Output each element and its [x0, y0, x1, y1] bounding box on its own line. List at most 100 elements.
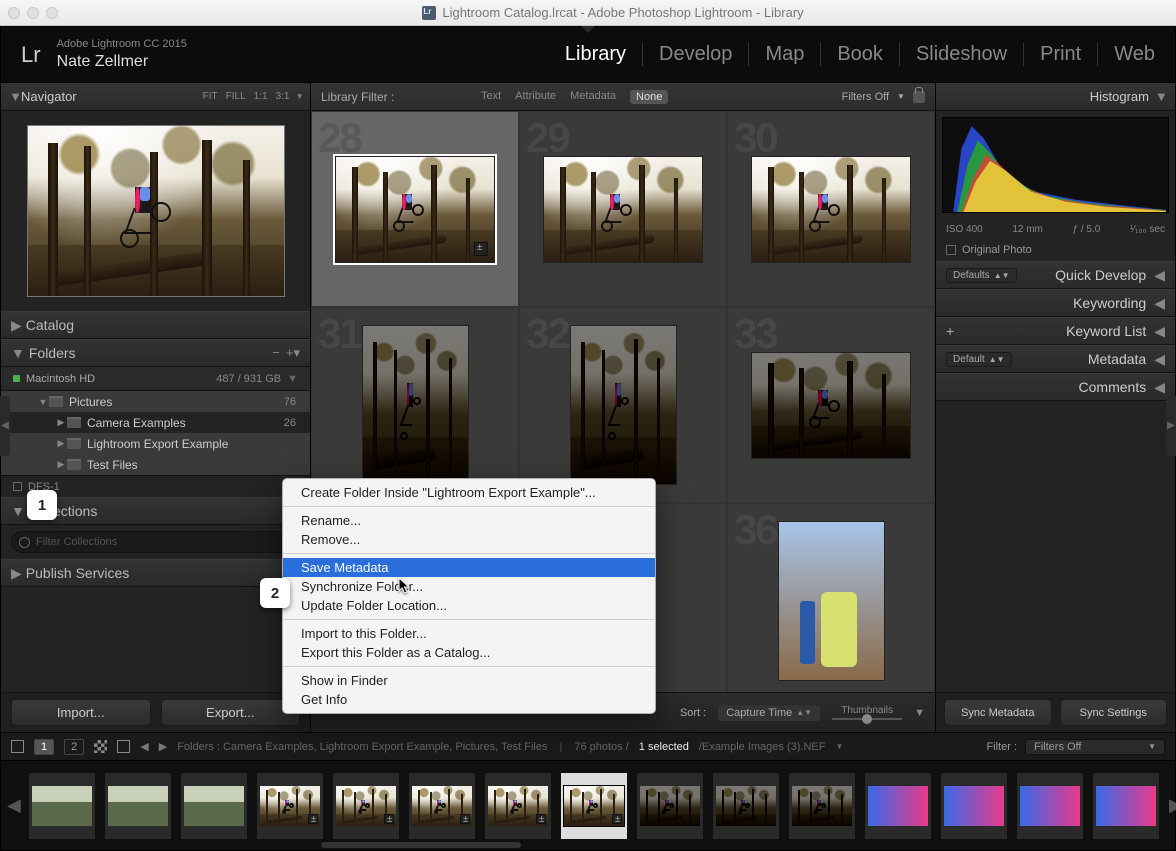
nav-opt-31[interactable]: 3:1	[276, 91, 290, 102]
filter-lock-icon[interactable]	[913, 91, 925, 103]
traffic-close[interactable]	[8, 7, 20, 19]
module-slideshow[interactable]: Slideshow	[900, 43, 1024, 66]
filmstrip-item[interactable]	[485, 773, 551, 839]
thumbnail[interactable]	[543, 156, 703, 263]
module-map[interactable]: Map	[749, 43, 821, 66]
filmstrip-item[interactable]	[105, 773, 171, 839]
filmstrip-right-icon[interactable]: ▶	[1169, 795, 1176, 816]
menu-export-this-folder-as-a-catalog[interactable]: Export this Folder as a Catalog...	[283, 643, 655, 662]
sync-settings-button[interactable]: Sync Settings	[1060, 699, 1168, 726]
grid-cell[interactable]: 29	[519, 111, 727, 307]
thumbnail[interactable]	[751, 156, 911, 263]
thumbnail[interactable]	[335, 156, 495, 263]
quick-develop-header[interactable]: Defaults▲▼Quick Develop◀	[936, 261, 1175, 289]
export-button[interactable]: Export...	[161, 699, 301, 726]
menu-synchronize-folder[interactable]: Synchronize Folder...	[283, 577, 655, 596]
filmstrip-item[interactable]	[561, 773, 627, 839]
thumbnail[interactable]	[751, 352, 911, 459]
thumbnail[interactable]	[570, 325, 677, 485]
filmstrip-item[interactable]	[1017, 773, 1083, 839]
keyword-add-icon[interactable]: +	[946, 323, 954, 339]
menu-show-in-finder[interactable]: Show in Finder	[283, 671, 655, 690]
filmstrip-item[interactable]	[333, 773, 399, 839]
comments-header[interactable]: Comments◀	[936, 373, 1175, 401]
module-web[interactable]: Web	[1098, 43, 1155, 66]
filter-tab-attribute[interactable]: Attribute	[515, 90, 556, 104]
menu-create-folder-inside-lightroom-export-example[interactable]: Create Folder Inside "Lightroom Export E…	[283, 483, 655, 502]
volume-row[interactable]: Macintosh HD487 / 931 GB▼	[1, 367, 310, 391]
nav-opt-11[interactable]: 1:1	[254, 91, 268, 102]
grid-cell[interactable]: 33	[727, 307, 935, 503]
grid-cell[interactable]: 32	[519, 307, 727, 503]
nav-opt-fill[interactable]: FILL	[226, 91, 246, 102]
menu-rename[interactable]: Rename...	[283, 511, 655, 530]
import-button[interactable]: Import...	[11, 699, 151, 726]
navigator-header[interactable]: ▼ Navigator FITFILL1:13:1▾	[1, 83, 310, 111]
filter-tab-metadata[interactable]: Metadata	[570, 90, 616, 104]
traffic-minimize[interactable]	[27, 7, 39, 19]
folder-lightroom-export-example[interactable]: ▶Lightroom Export Example	[1, 433, 310, 454]
filmstrip[interactable]: ◀ ▶	[1, 760, 1175, 850]
sort-select[interactable]: Capture Time▲▼	[718, 705, 820, 721]
folder-camera-examples[interactable]: ▶Camera Examples26	[1, 412, 310, 433]
page-1-button[interactable]: 1	[34, 739, 54, 755]
status-path[interactable]: Folders : Camera Examples, Lightroom Exp…	[177, 741, 547, 753]
menu-save-metadata[interactable]: Save Metadata	[283, 558, 655, 577]
filter-tab-text[interactable]: Text	[481, 90, 501, 104]
thumbnail[interactable]	[362, 325, 469, 485]
sync-metadata-button[interactable]: Sync Metadata	[944, 699, 1052, 726]
module-develop[interactable]: Develop	[643, 43, 749, 66]
grid-cell[interactable]: 36	[727, 503, 935, 692]
folders-minus-icon[interactable]: −	[272, 345, 280, 361]
filmstrip-item[interactable]	[637, 773, 703, 839]
filmstrip-item[interactable]	[29, 773, 95, 839]
filmstrip-item[interactable]	[865, 773, 931, 839]
status-filter-select[interactable]: Filters Off▼	[1025, 739, 1165, 755]
filters-off-dropdown[interactable]: Filters Off	[842, 91, 889, 103]
metadata-preset[interactable]: Default▲▼	[946, 352, 1012, 367]
page-2-button[interactable]: 2	[64, 739, 84, 755]
module-book[interactable]: Book	[821, 43, 900, 66]
grid-cell[interactable]: 31	[311, 307, 519, 503]
right-panel-grip[interactable]: ▶	[1166, 396, 1176, 456]
menu-update-folder-location[interactable]: Update Folder Location...	[283, 596, 655, 615]
histogram-display[interactable]	[942, 117, 1169, 213]
menu-import-to-this-folder[interactable]: Import to this Folder...	[283, 624, 655, 643]
filmstrip-item[interactable]	[181, 773, 247, 839]
nav-back-icon[interactable]: ◀	[140, 740, 148, 753]
original-photo-checkbox[interactable]	[946, 245, 956, 255]
folder-context-menu[interactable]: Create Folder Inside "Lightroom Export E…	[282, 478, 656, 714]
left-panel-grip[interactable]: ◀	[0, 396, 10, 456]
filmstrip-item[interactable]	[713, 773, 779, 839]
filmstrip-item[interactable]	[257, 773, 323, 839]
nav-opt-fit[interactable]: FIT	[203, 91, 218, 102]
filter-tab-none[interactable]: None	[630, 90, 668, 104]
filmstrip-item[interactable]	[789, 773, 855, 839]
filmstrip-item[interactable]	[941, 773, 1007, 839]
thumbnail[interactable]	[778, 521, 885, 681]
filmstrip-item[interactable]	[409, 773, 475, 839]
filmstrip-left-icon[interactable]: ◀	[7, 795, 19, 816]
filmstrip-scrollbar[interactable]	[321, 842, 521, 848]
keyword-list-header[interactable]: +Keyword List◀	[936, 317, 1175, 345]
navigator-preview[interactable]	[27, 125, 285, 297]
secondary-display-icon[interactable]	[11, 740, 24, 753]
menu-get-info[interactable]: Get Info	[283, 690, 655, 709]
keywording-header[interactable]: Keywording◀	[936, 289, 1175, 317]
grid-cell[interactable]: 28	[311, 111, 519, 307]
filmstrip-item[interactable]	[1093, 773, 1159, 839]
identity-user[interactable]: Nate Zellmer	[57, 52, 187, 71]
toolbar-menu-icon[interactable]: ▼	[914, 707, 925, 719]
histogram-header[interactable]: Histogram▼	[936, 83, 1175, 111]
loupe-view-icon[interactable]	[117, 740, 130, 753]
thumbnail-slider[interactable]	[832, 718, 902, 720]
collections-filter-input[interactable]: Filter Collections	[11, 531, 300, 553]
folders-header[interactable]: ▼Folders−+▾	[1, 339, 310, 367]
module-print[interactable]: Print	[1024, 43, 1098, 66]
folder-pictures[interactable]: ▼Pictures76	[1, 391, 310, 412]
grid-view-icon[interactable]	[94, 740, 107, 753]
catalog-header[interactable]: ▶Catalog	[1, 311, 310, 339]
nav-fwd-icon[interactable]: ▶	[159, 740, 167, 753]
traffic-zoom[interactable]	[46, 7, 58, 19]
grid-cell[interactable]: 30	[727, 111, 935, 307]
